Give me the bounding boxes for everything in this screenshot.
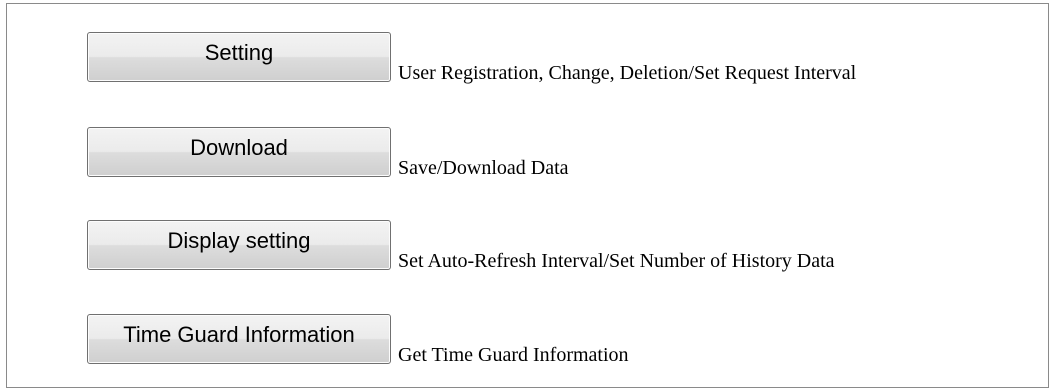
menu-row-download: Download Save/Download Data: [87, 127, 569, 179]
display-setting-button[interactable]: Display setting: [87, 220, 391, 270]
download-description: Save/Download Data: [398, 157, 569, 179]
download-button[interactable]: Download: [87, 127, 391, 177]
setting-button[interactable]: Setting: [87, 32, 391, 82]
menu-row-setting: Setting User Registration, Change, Delet…: [87, 32, 857, 84]
time-guard-information-description: Get Time Guard Information: [398, 344, 629, 366]
menu-row-display-setting: Display setting Set Auto-Refresh Interva…: [87, 220, 835, 272]
setting-description: User Registration, Change, Deletion/Set …: [398, 62, 857, 84]
time-guard-information-button[interactable]: Time Guard Information: [87, 314, 391, 364]
menu-row-time-guard: Time Guard Information Get Time Guard In…: [87, 314, 629, 366]
display-setting-description: Set Auto-Refresh Interval/Set Number of …: [398, 250, 835, 272]
menu-panel: Setting User Registration, Change, Delet…: [6, 3, 1049, 388]
